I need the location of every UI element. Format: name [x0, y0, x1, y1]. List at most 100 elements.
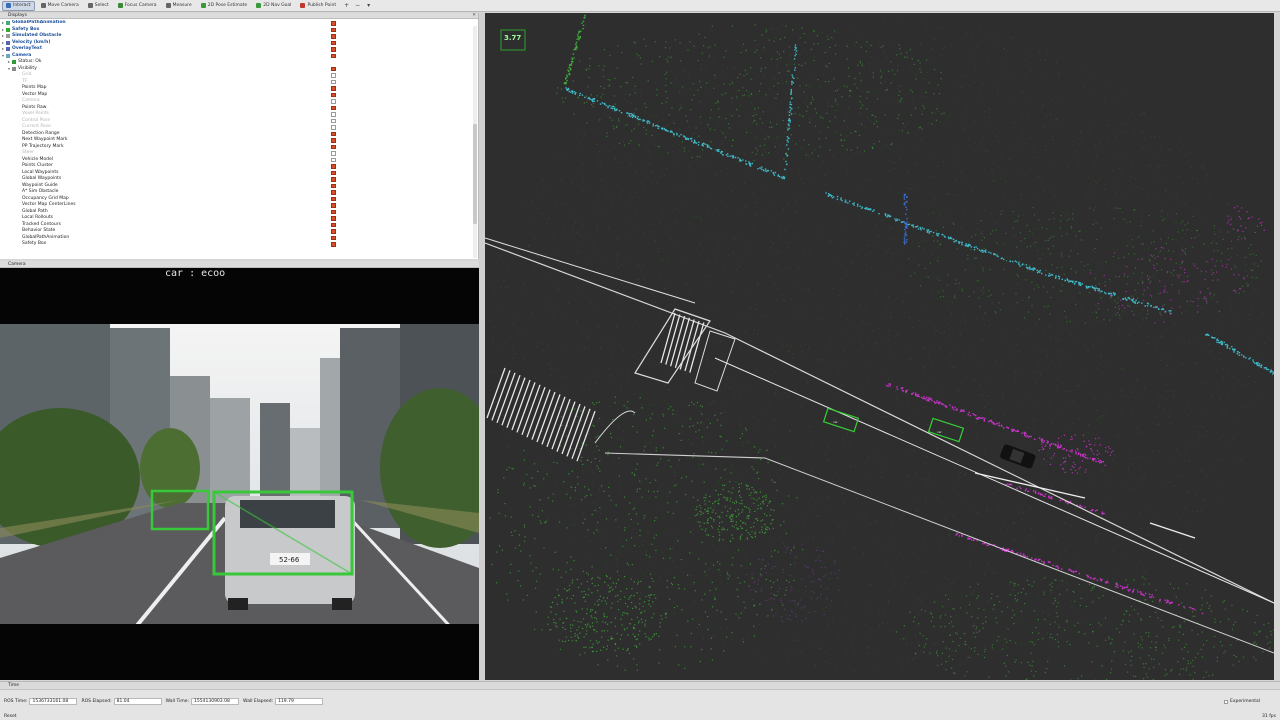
display-type-icon — [6, 47, 10, 52]
map-box-label-2: car — [937, 430, 942, 434]
ros-elapsed-field[interactable]: 81.04 — [113, 698, 162, 705]
display-checkbox[interactable] — [331, 79, 336, 84]
display-checkbox[interactable] — [331, 229, 336, 234]
plus-icon[interactable]: + — [342, 1, 351, 10]
display-checkbox[interactable] — [331, 34, 336, 39]
display-checkbox[interactable] — [331, 73, 336, 78]
display-checkbox[interactable] — [331, 99, 336, 104]
tool-label: Measure — [172, 3, 192, 8]
tool-publish-point[interactable]: Publish Point — [297, 1, 339, 11]
display-checkbox[interactable] — [331, 40, 336, 45]
display-checkbox[interactable] — [331, 131, 336, 136]
display-item-label: Safety Box — [22, 241, 47, 246]
velocity-readout: 3.77 — [504, 34, 521, 42]
display-checkbox[interactable] — [331, 151, 336, 156]
tool-label: 2D Nav Goal — [263, 3, 292, 8]
display-checkbox[interactable] — [331, 170, 336, 175]
publish-point-icon — [300, 3, 306, 8]
display-checkbox[interactable] — [331, 138, 336, 143]
displays-panel: Displays ✕ ▸ GlobalPathAnimation ▸ Safety B… — [0, 13, 479, 272]
camera-panel-title: Camera — [8, 262, 26, 267]
display-checkbox[interactable] — [331, 235, 336, 240]
scrollbar-thumb[interactable] — [473, 124, 477, 224]
tool-label: Focus Camera — [124, 3, 157, 8]
display-checkbox[interactable] — [331, 112, 336, 117]
ros-time-label: ROS Time: — [4, 699, 28, 704]
display-checkbox[interactable] — [331, 53, 336, 58]
time-panel-title: Time — [8, 683, 20, 688]
display-checkbox[interactable] — [331, 216, 336, 221]
tool-measure[interactable]: Measure — [163, 1, 195, 11]
tool-label: Move Camera — [47, 3, 79, 8]
displays-scrollbar[interactable] — [473, 26, 477, 258]
display-type-icon — [6, 34, 10, 39]
display-checkbox[interactable] — [331, 86, 336, 91]
ros-elapsed-label: ROS Elapsed: — [81, 699, 112, 704]
display-checkbox[interactable] — [331, 92, 336, 97]
display-checkbox[interactable] — [331, 209, 336, 214]
display-checkbox[interactable] — [331, 177, 336, 182]
display-type-icon — [12, 60, 16, 65]
pose-estimate-icon — [200, 3, 206, 8]
display-checkbox[interactable] — [331, 157, 336, 162]
wall-time-field[interactable]: 1554130903.08 — [191, 698, 240, 705]
camera-view[interactable]: 52-66 car : ecoo — [0, 268, 479, 680]
close-icon[interactable]: ✕ — [472, 13, 476, 19]
tool-label: Interact — [13, 3, 31, 8]
display-checkbox[interactable] — [331, 242, 336, 247]
display-type-icon — [6, 40, 10, 45]
display-checkbox[interactable] — [331, 183, 336, 188]
display-checkbox[interactable] — [331, 118, 336, 123]
time-panel: Time ROS Time: 1536733161.08 ROS Elapsed… — [0, 681, 1280, 720]
wall-elapsed-label: Wall Elapsed: — [243, 699, 274, 704]
ros-time-field[interactable]: 1536733161.08 — [29, 698, 78, 705]
lidar-point-cloud: car car 3.77 — [485, 13, 1274, 680]
display-checkbox[interactable] — [331, 222, 336, 227]
tool-pose-estimate[interactable]: 2D Pose Estimate — [198, 1, 251, 11]
select-icon — [87, 3, 93, 8]
gear-icon[interactable]: ▾ — [364, 1, 373, 10]
tool-move-camera[interactable]: Move Camera — [38, 1, 82, 11]
map-3d-view[interactable]: car car 3.77 — [485, 13, 1274, 680]
tool-label: Select — [94, 3, 109, 8]
tool-nav-goal[interactable]: 2D Nav Goal — [253, 1, 294, 11]
wall-time-label: Wall Time: — [165, 699, 190, 704]
fps-readout: 31 fps — [1262, 714, 1276, 719]
display-type-icon — [6, 21, 10, 26]
display-item[interactable]: Safety Box — [0, 241, 473, 248]
displays-panel-header: Displays ✕ — [0, 13, 478, 19]
display-checkbox[interactable] — [331, 105, 336, 110]
display-checkbox[interactable] — [331, 144, 336, 149]
displays-title: Displays — [8, 13, 27, 18]
map-box-label-1: car — [833, 420, 838, 424]
main-toolbar: Interact Move Camera Select Focus Camera Mea… — [0, 0, 1280, 12]
reset-button[interactable]: Reset — [4, 714, 17, 719]
display-checkbox[interactable] — [331, 196, 336, 201]
experimental-label: Experimental — [1229, 699, 1260, 704]
wall-elapsed-field[interactable]: 119.79 — [275, 698, 324, 705]
display-type-icon — [6, 27, 10, 32]
display-checkbox[interactable] — [331, 125, 336, 130]
display-checkbox[interactable] — [331, 27, 336, 32]
tool-label: Publish Point — [307, 3, 337, 8]
display-checkbox[interactable] — [331, 190, 336, 195]
nav-goal-icon — [256, 3, 262, 8]
minus-icon[interactable]: − — [353, 1, 362, 10]
camera-panel-header: Camera — [0, 261, 479, 268]
focus-camera-icon — [117, 3, 123, 8]
tool-interact[interactable]: Interact — [2, 0, 35, 11]
display-type-icon — [6, 53, 10, 58]
display-checkbox[interactable] — [331, 66, 336, 71]
tool-select[interactable]: Select — [85, 1, 112, 11]
display-checkbox[interactable] — [331, 203, 336, 208]
time-panel-header: Time — [0, 682, 1280, 690]
display-checkbox[interactable] — [331, 21, 336, 26]
experimental-toggle[interactable]: Experimental — [1223, 699, 1260, 704]
display-checkbox[interactable] — [331, 164, 336, 169]
plate-number: 52-66 — [279, 556, 300, 564]
measure-icon — [165, 3, 171, 8]
time-fields: ROS Time: 1536733161.08 ROS Elapsed: 81.… — [4, 698, 327, 705]
tool-focus-camera[interactable]: Focus Camera — [115, 1, 160, 11]
display-checkbox[interactable] — [331, 47, 336, 52]
experimental-checkbox[interactable] — [1223, 699, 1228, 704]
